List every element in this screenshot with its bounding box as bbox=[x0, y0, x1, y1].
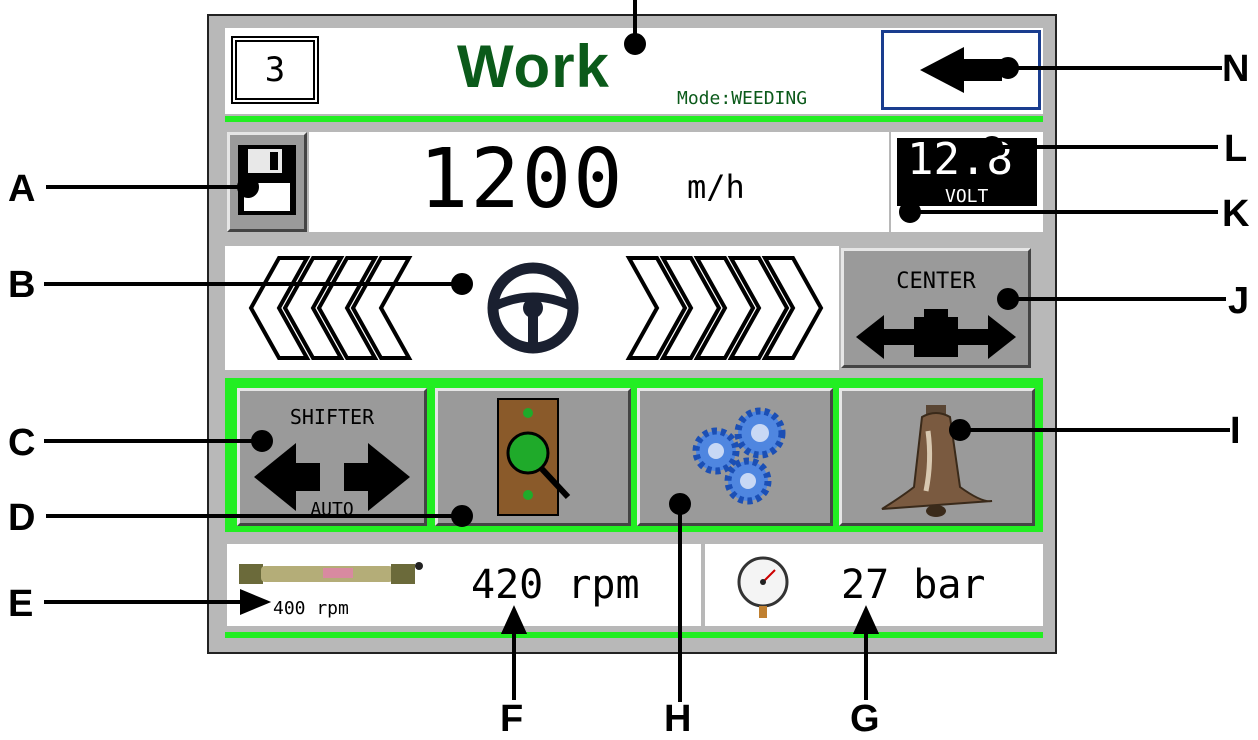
callout-f: F bbox=[500, 698, 524, 740]
shifter-label: SHIFTER bbox=[289, 405, 375, 429]
callout-h: H bbox=[664, 698, 692, 740]
header-divider bbox=[225, 116, 1043, 122]
gears-icon bbox=[692, 407, 786, 505]
shifter-mode: AUTO bbox=[310, 499, 354, 520]
hmi-screen: 3 Work Mode:WEEDING 1200 m/h 12.8 VOLT C… bbox=[207, 14, 1057, 654]
voltage-value: 12.8 bbox=[907, 138, 1013, 185]
callout-l: L bbox=[1224, 128, 1248, 170]
steering-panel bbox=[225, 246, 839, 370]
save-button[interactable] bbox=[227, 132, 307, 232]
bell-button[interactable] bbox=[839, 388, 1035, 526]
center-arrows-icon bbox=[856, 309, 1016, 359]
left-triangle-icon bbox=[920, 47, 1002, 93]
speed-display: 1200 m/h bbox=[309, 132, 889, 232]
voltage-panel: 12.8 VOLT bbox=[891, 132, 1043, 232]
magnifier-sensor-icon bbox=[497, 398, 571, 516]
steering-wheel-icon[interactable] bbox=[483, 258, 583, 358]
callout-b: B bbox=[8, 264, 36, 306]
back-button[interactable] bbox=[881, 30, 1041, 110]
floppy-disk-icon bbox=[238, 145, 296, 215]
footer-divider bbox=[225, 632, 1043, 638]
pressure-panel: 27 bar bbox=[705, 544, 1043, 626]
page-title: Work bbox=[457, 33, 610, 100]
speed-value: 1200 bbox=[419, 132, 625, 227]
pto-shaft-icon bbox=[239, 562, 423, 584]
center-button[interactable]: CENTER bbox=[841, 248, 1031, 368]
speed-unit: m/h bbox=[687, 168, 745, 206]
pressure-value: 27 bar bbox=[841, 562, 986, 608]
page-number: 3 bbox=[264, 50, 286, 90]
pto-speed: 420 rpm bbox=[471, 562, 640, 608]
callout-d: D bbox=[8, 497, 36, 539]
inspect-button[interactable] bbox=[435, 388, 631, 526]
voltage-unit: VOLT bbox=[945, 186, 989, 206]
callout-e: E bbox=[8, 583, 34, 625]
gears-button[interactable] bbox=[637, 388, 833, 526]
bell-icon bbox=[881, 405, 993, 517]
header-bar: 3 Work Mode:WEEDING bbox=[225, 28, 1043, 114]
callout-i: I bbox=[1230, 410, 1241, 452]
mode-label: Mode:WEEDING bbox=[677, 88, 807, 109]
callout-c: C bbox=[8, 422, 36, 464]
shifter-button[interactable]: SHIFTER AUTO bbox=[237, 388, 427, 526]
page-number-box: 3 bbox=[231, 36, 319, 104]
callout-a: A bbox=[8, 168, 36, 210]
pto-panel: 400 rpm 420 rpm bbox=[227, 544, 701, 626]
callout-k: K bbox=[1222, 193, 1250, 235]
callout-j: J bbox=[1228, 280, 1250, 322]
mode-label-text: Mode: bbox=[677, 88, 732, 109]
pressure-gauge-icon bbox=[737, 556, 789, 618]
callout-g: G bbox=[850, 698, 880, 740]
callout-n: N bbox=[1222, 48, 1250, 90]
chevrons-right-icon[interactable] bbox=[615, 250, 825, 370]
voltage-display: 12.8 VOLT bbox=[897, 138, 1037, 206]
chevrons-left-icon[interactable] bbox=[235, 250, 415, 370]
mode-value: WEEDING bbox=[731, 88, 808, 109]
pto-setpoint: 400 rpm bbox=[273, 598, 349, 619]
center-label: CENTER bbox=[896, 269, 976, 294]
